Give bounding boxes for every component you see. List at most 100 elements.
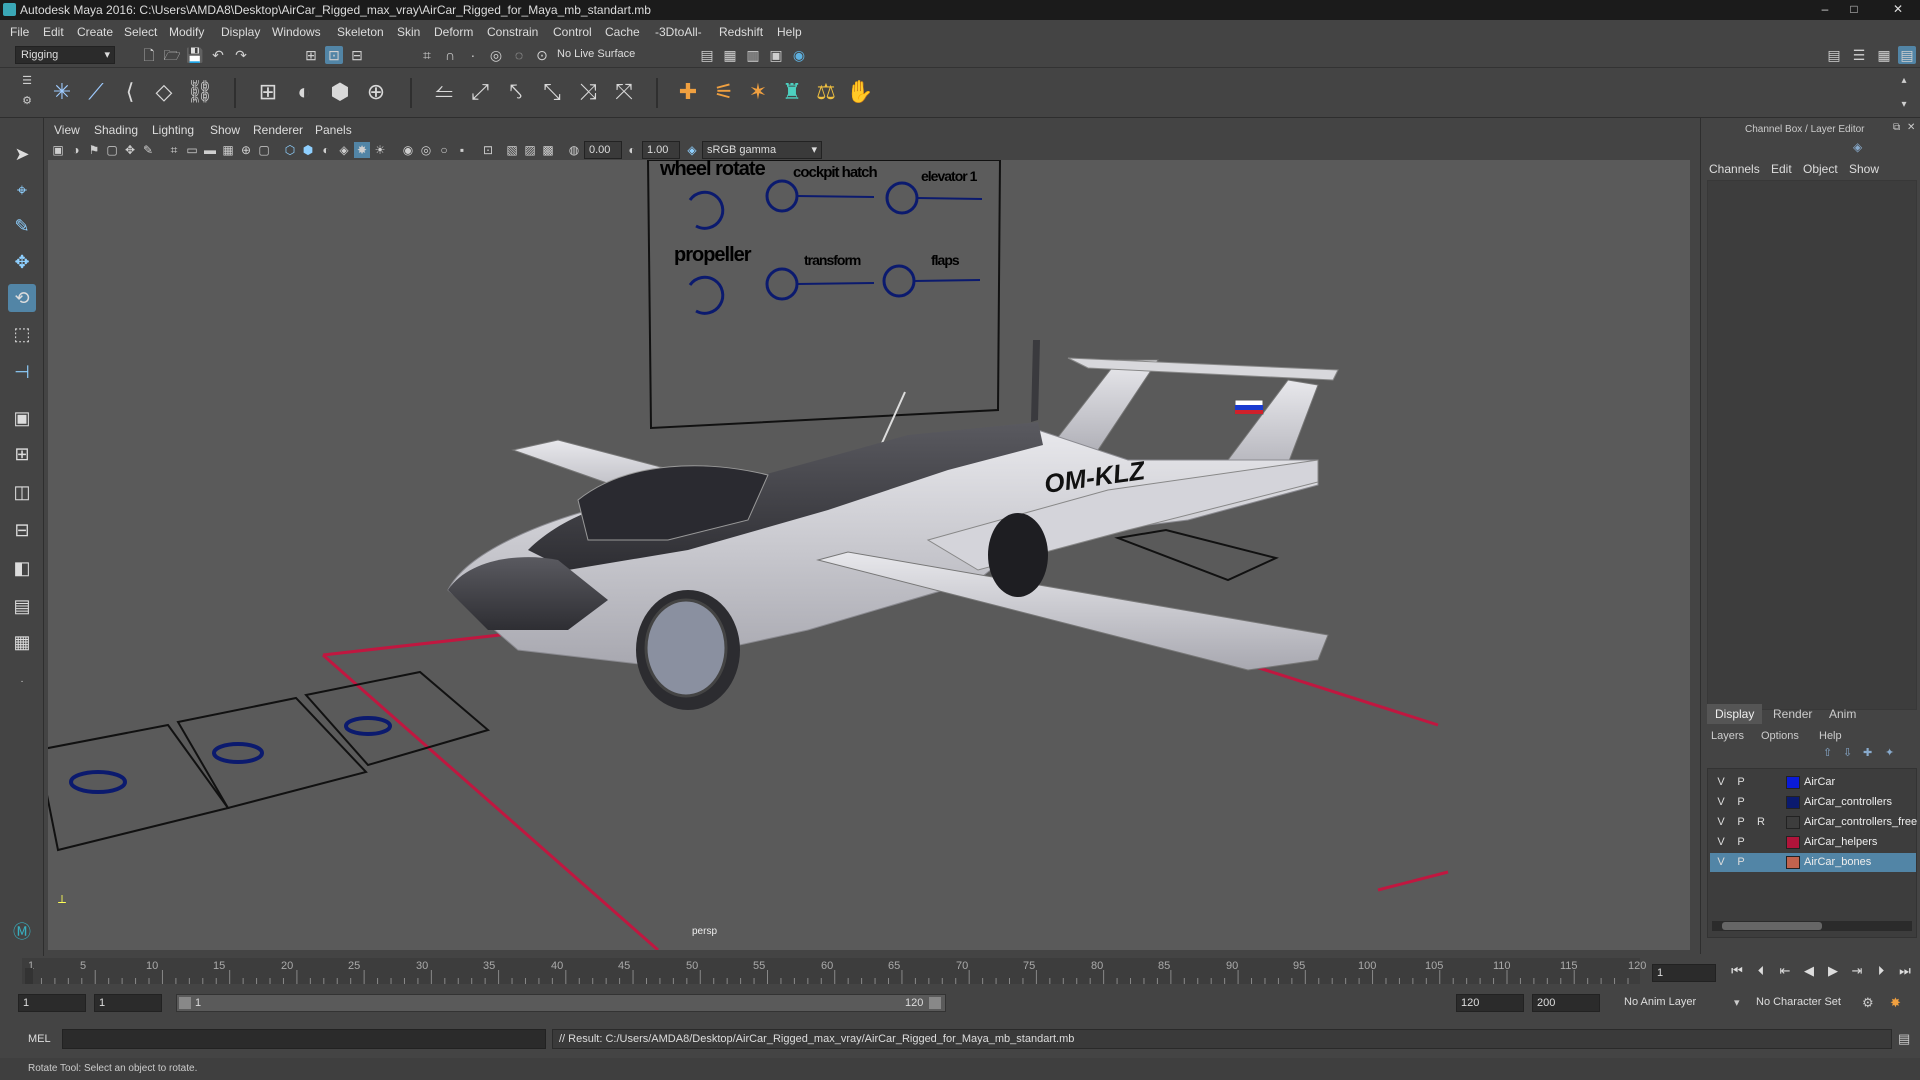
ik-handle-icon[interactable]: ⟋ bbox=[80, 76, 112, 108]
cb-menu-edit[interactable]: Edit bbox=[1771, 162, 1792, 176]
animation-end-field[interactable]: 200 bbox=[1532, 994, 1600, 1012]
image-plane-icon[interactable]: ▢ bbox=[104, 142, 120, 158]
textured-icon[interactable]: ◈ bbox=[336, 142, 352, 158]
menu-cache[interactable]: Cache bbox=[605, 25, 640, 39]
cb-menu-show[interactable]: Show bbox=[1849, 162, 1879, 176]
maximize-button[interactable]: □ bbox=[1843, 2, 1865, 17]
current-time-marker[interactable] bbox=[25, 968, 33, 984]
layer-display-type[interactable] bbox=[1752, 835, 1770, 850]
play-forwards-icon[interactable]: ▶ bbox=[1824, 962, 1842, 980]
command-input[interactable] bbox=[62, 1029, 546, 1049]
open-scene-icon[interactable]: 🗁 bbox=[163, 46, 181, 64]
side-by-side-icon[interactable]: ◫ bbox=[8, 478, 36, 506]
script-editor-icon[interactable]: ▤ bbox=[1898, 1031, 1910, 1047]
menu-create[interactable]: Create bbox=[77, 25, 113, 39]
smooth-shade-icon[interactable]: ⬢ bbox=[300, 142, 316, 158]
command-language-toggle[interactable]: MEL bbox=[28, 1033, 51, 1045]
menu-help[interactable]: Help bbox=[777, 25, 802, 39]
wireframe-on-shaded-icon[interactable]: ◐ bbox=[318, 142, 334, 158]
menu-deform[interactable]: Deform bbox=[434, 25, 473, 39]
wireframe-icon[interactable]: ⬡ bbox=[282, 142, 298, 158]
time-slider-track[interactable]: 1 5 10 15 20 25 30 35 40 45 50 55 60 65 … bbox=[22, 958, 1646, 984]
vp-menu-show[interactable]: Show bbox=[210, 123, 240, 137]
anim-layer-select[interactable]: No Anim Layer bbox=[1620, 994, 1740, 1012]
grease-pencil-icon[interactable]: ✎ bbox=[140, 142, 156, 158]
ipr-render-icon[interactable]: ▥ bbox=[744, 46, 762, 64]
layer-row-aircar-controllers[interactable]: V P AirCar_controllers bbox=[1710, 793, 1916, 812]
menu-file[interactable]: File bbox=[10, 25, 29, 39]
depth-of-field-icon[interactable]: ▪ bbox=[454, 142, 470, 158]
live-icon[interactable]: ⊙ bbox=[533, 46, 551, 64]
menu-skeleton[interactable]: Skeleton bbox=[337, 25, 384, 39]
layer-color-swatch[interactable] bbox=[1786, 856, 1800, 869]
layer-menu-layers[interactable]: Layers bbox=[1711, 730, 1744, 742]
layer-display-type[interactable] bbox=[1752, 855, 1770, 870]
shelf-scroll-up-icon[interactable]: ▴ bbox=[1895, 72, 1913, 90]
color-management-icon[interactable]: ◈ bbox=[684, 142, 700, 158]
perspective-viewport[interactable]: wheel rotate cockpit hatch elevator 1 pr… bbox=[48, 160, 1690, 950]
gamma-field[interactable]: 1.00 bbox=[642, 141, 680, 159]
channel-box-toggle-icon[interactable]: ◈ bbox=[1853, 140, 1862, 154]
new-layer-selected-icon[interactable]: ✦ bbox=[1885, 746, 1894, 759]
layer-color-swatch[interactable] bbox=[1786, 776, 1800, 789]
step-back-key-icon[interactable]: ⇤ bbox=[1776, 962, 1794, 980]
layer-tab-display[interactable]: Display bbox=[1707, 704, 1763, 724]
gamma-icon[interactable]: ◐ bbox=[624, 142, 640, 158]
snap-surface-icon[interactable]: ◌ bbox=[510, 46, 528, 64]
save-scene-icon[interactable]: 💾 bbox=[186, 46, 204, 64]
point-constraint-icon[interactable]: ⤢ bbox=[464, 76, 496, 108]
anti-aliasing-icon[interactable]: ○ bbox=[436, 142, 452, 158]
layer-menu-help[interactable]: Help bbox=[1819, 730, 1842, 742]
redo-icon[interactable]: ↷ bbox=[232, 46, 250, 64]
channel-box-icon[interactable]: ▤ bbox=[1898, 46, 1916, 64]
isolate-select-icon[interactable]: ⊡ bbox=[480, 142, 496, 158]
two-d-pan-icon[interactable]: ✥ bbox=[122, 142, 138, 158]
select-hierarchy-icon[interactable]: ⊞ bbox=[302, 46, 320, 64]
layer-playback-toggle[interactable]: P bbox=[1732, 775, 1750, 790]
time-slider[interactable]: 1 5 10 15 20 25 30 35 40 45 50 55 60 65 … bbox=[0, 956, 1920, 988]
layer-visibility-toggle[interactable]: V bbox=[1712, 775, 1730, 790]
go-to-end-icon[interactable]: ⏭ bbox=[1896, 962, 1914, 980]
playback-start-field[interactable]: 1 bbox=[94, 994, 162, 1012]
close-button[interactable]: ✕ bbox=[1880, 2, 1916, 17]
undo-icon[interactable]: ↶ bbox=[209, 46, 227, 64]
resolution-gate-icon[interactable]: ▬ bbox=[202, 142, 218, 158]
layer-playback-toggle[interactable]: P bbox=[1732, 855, 1750, 870]
tool-settings-icon[interactable]: ▦ bbox=[1875, 46, 1893, 64]
select-tool-icon[interactable]: ➤ bbox=[8, 140, 36, 168]
render-view-icon[interactable]: ▤ bbox=[698, 46, 716, 64]
outliner-icon[interactable]: ▤ bbox=[8, 592, 36, 620]
camera-attr-icon[interactable]: ◑ bbox=[68, 142, 84, 158]
animation-start-field[interactable]: 1 bbox=[18, 994, 86, 1012]
menu-modify[interactable]: Modify bbox=[169, 25, 204, 39]
lasso-tool-icon[interactable]: ⌖ bbox=[8, 176, 36, 204]
vp-menu-panels[interactable]: Panels bbox=[315, 123, 352, 137]
soft-mod-icon[interactable]: ⊕ bbox=[360, 76, 392, 108]
minimize-button[interactable]: – bbox=[1814, 2, 1836, 17]
menu-control[interactable]: Control bbox=[553, 25, 592, 39]
character-set-select[interactable]: No Character Set bbox=[1752, 994, 1872, 1012]
scale-tool-icon[interactable]: ⬚ bbox=[8, 320, 36, 348]
vp-menu-lighting[interactable]: Lighting bbox=[152, 123, 194, 137]
shadows-icon[interactable]: ☀ bbox=[372, 142, 388, 158]
menu-3dtoall[interactable]: -3DtoAll- bbox=[655, 25, 702, 39]
anim-prefs-icon[interactable]: ✸ bbox=[1890, 995, 1901, 1011]
menu-windows[interactable]: Windows bbox=[272, 25, 321, 39]
menu-constrain[interactable]: Constrain bbox=[487, 25, 538, 39]
live-surface-field[interactable]: No Live Surface bbox=[553, 46, 653, 64]
layer-playback-toggle[interactable]: P bbox=[1732, 795, 1750, 810]
cb-menu-channels[interactable]: Channels bbox=[1709, 162, 1760, 176]
layer-color-swatch[interactable] bbox=[1786, 816, 1800, 829]
range-end-handle[interactable] bbox=[929, 997, 941, 1009]
control-panel-board[interactable] bbox=[646, 160, 1002, 430]
layer-scrollbar-thumb[interactable] bbox=[1722, 922, 1822, 930]
layer-row-aircar-controllers-free[interactable]: V P R AirCar_controllers_free bbox=[1710, 813, 1917, 832]
field-chart-icon[interactable]: ⊕ bbox=[238, 142, 254, 158]
move-layer-up-icon[interactable]: ⇧ bbox=[1823, 746, 1832, 759]
motion-blur-icon[interactable]: ◎ bbox=[418, 142, 434, 158]
orient-constraint-icon[interactable]: ⤣ bbox=[500, 76, 532, 108]
persp-graph-icon[interactable]: ⊟ bbox=[8, 516, 36, 544]
range-start-handle[interactable] bbox=[179, 997, 191, 1009]
color-space-select[interactable]: sRGB gamma ▾ bbox=[702, 141, 822, 159]
wire-tool-icon[interactable]: ⬢ bbox=[324, 76, 356, 108]
